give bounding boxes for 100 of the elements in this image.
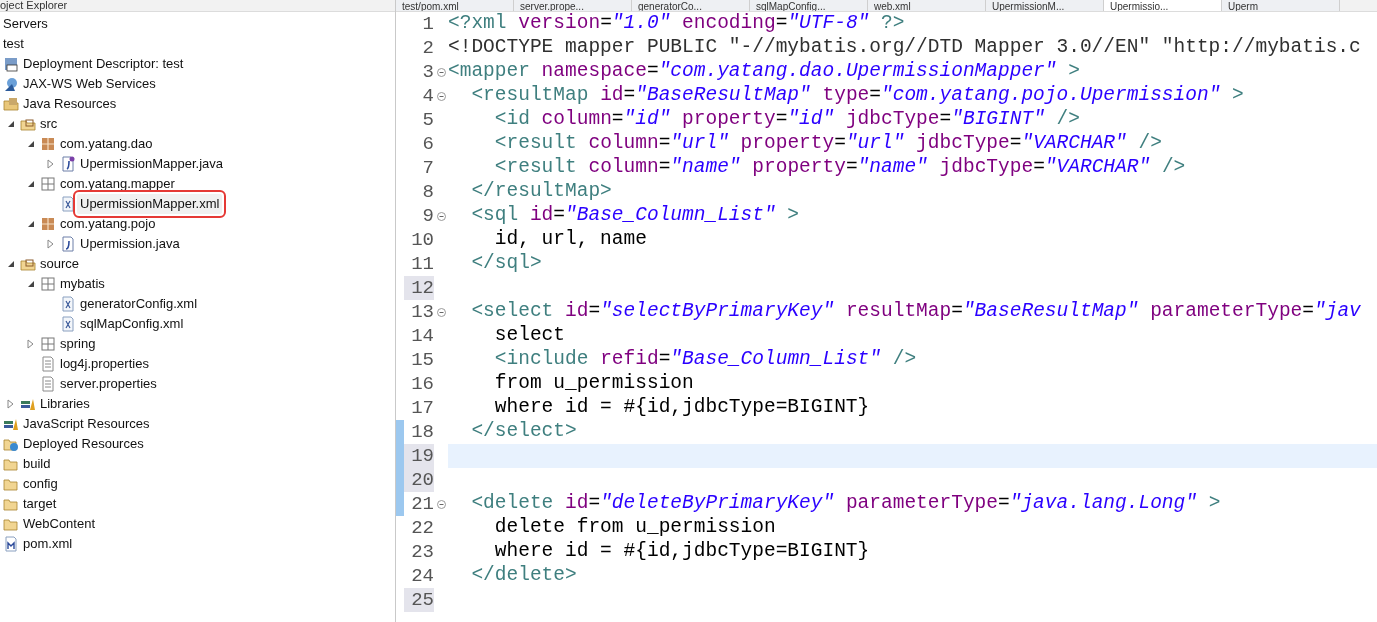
- package-icon: [40, 176, 56, 192]
- package-icon: [40, 216, 56, 232]
- code-line: <mapper namespace="com.yatang.dao.UpermissionMapper" >: [448, 59, 1080, 85]
- line-number: 9: [422, 203, 434, 229]
- collapse-arrow-icon[interactable]: [26, 219, 36, 229]
- line-number: 22: [411, 515, 434, 541]
- code-line: <!DOCTYPE mapper PUBLIC "-//mybatis.org//DTD Mapper 3.0//EN" "http://mybatis.c: [448, 35, 1361, 61]
- line-number: 3: [422, 59, 434, 85]
- code-line: <include refid="Base_Column_List" />: [493, 347, 917, 373]
- web-service-icon: [3, 76, 19, 92]
- tree-item[interactable]: source: [40, 254, 80, 274]
- collapse-arrow-icon[interactable]: [26, 139, 36, 149]
- tree-item[interactable]: JAX-WS Web Services: [23, 74, 156, 94]
- code-line: </delete>: [470, 563, 577, 589]
- fold-icon[interactable]: [436, 67, 446, 77]
- line-number: 6: [422, 131, 434, 157]
- text-file-icon: [40, 376, 56, 392]
- folder-icon: [3, 456, 19, 472]
- code-line: <select id="selectByPrimaryKey" resultMap="BaseResultMap" parameterType="jav: [470, 299, 1361, 325]
- tree-item[interactable]: build: [23, 454, 51, 474]
- tree-item[interactable]: generatorConfig.xml: [80, 294, 198, 314]
- line-number: 2: [422, 35, 434, 61]
- code-line: </select>: [470, 419, 577, 445]
- globe-folder-icon: [3, 436, 19, 452]
- line-number: 17: [411, 395, 434, 421]
- tree-item[interactable]: spring: [60, 334, 96, 354]
- tree-item[interactable]: WebContent: [23, 514, 96, 534]
- line-number: 8: [422, 179, 434, 205]
- java-file-icon: [60, 236, 76, 252]
- line-number: 24: [411, 563, 434, 589]
- code-line: <sql id="Base_Column_List" >: [470, 203, 800, 229]
- package-icon: [40, 136, 56, 152]
- tree-item[interactable]: log4j.properties: [60, 354, 149, 374]
- collapse-arrow-icon[interactable]: [6, 259, 16, 269]
- code-line: where id = #{id,jdbcType=BIGINT}: [493, 395, 870, 421]
- panel-title: oject Explorer: [0, 0, 68, 11]
- package-folder-icon: [20, 116, 36, 132]
- tree-item[interactable]: Deployment Descriptor: test: [23, 54, 184, 74]
- xml-file-icon: [60, 196, 76, 212]
- line-number: 12: [411, 275, 434, 301]
- tree-item[interactable]: UpermissionMapper.java: [80, 154, 224, 174]
- tree-item[interactable]: Libraries: [40, 394, 90, 414]
- code-line: <resultMap id="BaseResultMap" type="com.yatang.pojo.Upermission" >: [470, 83, 1244, 109]
- code-line: </sql>: [470, 251, 542, 277]
- fold-icon[interactable]: [436, 91, 446, 101]
- package-icon: [40, 276, 56, 292]
- xml-file-icon: [60, 316, 76, 332]
- expand-arrow-icon[interactable]: [46, 159, 56, 169]
- tree-item[interactable]: Upermission.java: [80, 234, 180, 254]
- tree-item[interactable]: com.yatang.pojo: [60, 214, 156, 234]
- line-number: 14: [411, 323, 434, 349]
- tree-item[interactable]: target: [23, 494, 57, 514]
- line-number: 23: [411, 539, 434, 565]
- collapse-arrow-icon[interactable]: [6, 119, 16, 129]
- expand-arrow-icon[interactable]: [46, 239, 56, 249]
- fold-icon[interactable]: [436, 307, 446, 317]
- code-line: where id = #{id,jdbcType=BIGINT}: [493, 539, 870, 565]
- tree-item[interactable]: server.properties: [60, 374, 157, 394]
- fold-icon[interactable]: [436, 499, 446, 509]
- java-file-icon: [60, 156, 76, 172]
- line-number: 21: [411, 491, 434, 517]
- fold-icon[interactable]: [436, 211, 446, 221]
- code-line: select: [493, 323, 566, 349]
- tree-item[interactable]: com.yatang.dao: [60, 134, 153, 154]
- code-line: </resultMap>: [470, 179, 612, 205]
- code-line: <result column="url" property="url" jdbcType="VARCHAR" />: [493, 131, 1162, 157]
- maven-file-icon: [3, 536, 19, 552]
- expand-arrow-icon[interactable]: [6, 399, 16, 409]
- folder-icon: [3, 96, 19, 112]
- line-number: 25: [411, 587, 434, 613]
- code-line: <id column="id" property="id" jdbcType="BIGINT" />: [493, 107, 1080, 133]
- text-file-icon: [40, 356, 56, 372]
- code-line: <delete id="deleteByPrimaryKey" parameterType="java.lang.Long" >: [470, 491, 1221, 517]
- code-line: id, url, name: [493, 227, 647, 253]
- line-number: 15: [411, 347, 434, 373]
- line-number: 13: [411, 299, 434, 325]
- folder-icon: [3, 516, 19, 532]
- folder-icon: [3, 476, 19, 492]
- tree-item[interactable]: src: [40, 114, 58, 134]
- tree-item[interactable]: config: [23, 474, 58, 494]
- line-number: 4: [422, 83, 434, 109]
- tree-item[interactable]: mybatis: [60, 274, 105, 294]
- line-number: 7: [422, 155, 434, 181]
- tree-item[interactable]: sqlMapConfig.xml: [80, 314, 184, 334]
- code-line: <result column="name" property="name" jdbcType="VARCHAR" />: [493, 155, 1186, 181]
- collapse-arrow-icon[interactable]: [26, 279, 36, 289]
- line-number: 10: [411, 227, 434, 253]
- expand-arrow-icon[interactable]: [26, 339, 36, 349]
- tree-item[interactable]: pom.xml: [23, 534, 73, 554]
- collapse-arrow-icon[interactable]: [26, 179, 36, 189]
- code-line: delete from u_permission: [493, 515, 776, 541]
- tree-item[interactable]: com.yatang.mapper: [60, 174, 175, 194]
- tree-item[interactable]: JavaScript Resources: [23, 414, 150, 434]
- tree-item[interactable]: Servers: [3, 14, 48, 34]
- tree-item[interactable]: test: [3, 34, 24, 54]
- package-icon: [40, 336, 56, 352]
- tree-item[interactable]: Java Resources: [23, 94, 117, 114]
- tree-item[interactable]: Deployed Resources: [23, 434, 144, 454]
- editor-tab[interactable]: web.xml: [868, 0, 986, 11]
- xml-file-icon: [60, 296, 76, 312]
